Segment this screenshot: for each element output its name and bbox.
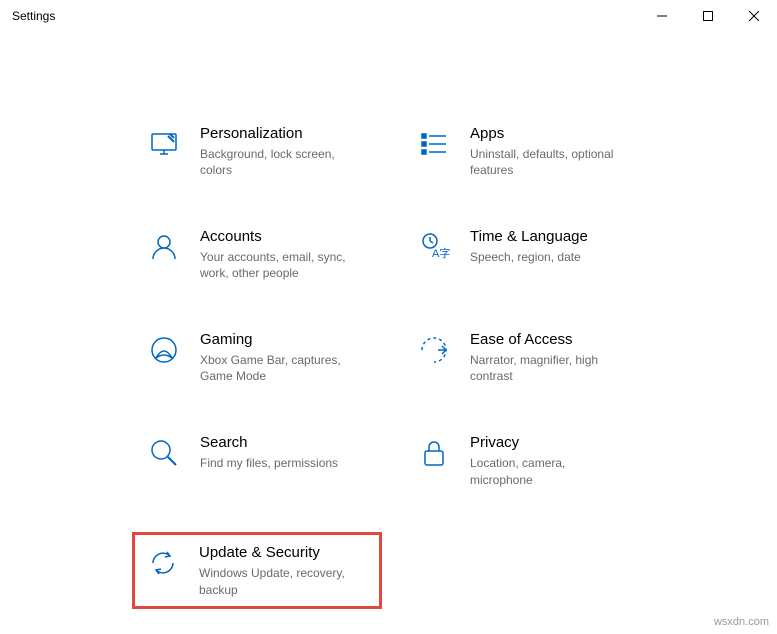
category-privacy[interactable]: Privacy Location, camera, microphone (410, 429, 680, 492)
close-button[interactable] (731, 0, 777, 32)
category-title: Ease of Access (470, 330, 630, 350)
category-desc: Uninstall, defaults, optional features (470, 146, 630, 180)
category-time-language[interactable]: A字 Time & Language Speech, region, date (410, 223, 680, 286)
category-desc: Your accounts, email, sync, work, other … (200, 249, 360, 283)
category-apps[interactable]: Apps Uninstall, defaults, optional featu… (410, 120, 680, 183)
category-accounts[interactable]: Accounts Your accounts, email, sync, wor… (140, 223, 410, 286)
accounts-icon (144, 227, 184, 267)
minimize-button[interactable] (639, 0, 685, 32)
category-desc: Find my files, permissions (200, 455, 338, 472)
category-desc: Location, camera, microphone (470, 455, 630, 489)
category-desc: Xbox Game Bar, captures, Game Mode (200, 352, 360, 386)
maximize-button[interactable] (685, 0, 731, 32)
category-title: Update & Security (199, 543, 359, 563)
privacy-icon (414, 433, 454, 473)
category-desc: Narrator, magnifier, high contrast (470, 352, 630, 386)
category-desc: Background, lock screen, colors (200, 146, 360, 180)
category-desc: Speech, region, date (470, 249, 588, 266)
update-security-icon (143, 543, 183, 583)
category-title: Search (200, 433, 338, 453)
category-title: Apps (470, 124, 630, 144)
watermark: wsxdn.com (714, 616, 769, 628)
window-title: Settings (12, 9, 55, 23)
category-title: Accounts (200, 227, 360, 247)
settings-grid: Personalization Background, lock screen,… (140, 32, 777, 609)
category-personalization[interactable]: Personalization Background, lock screen,… (140, 120, 410, 183)
category-title: Time & Language (470, 227, 588, 247)
category-gaming[interactable]: Gaming Xbox Game Bar, captures, Game Mod… (140, 326, 410, 389)
category-title: Gaming (200, 330, 360, 350)
category-desc: Windows Update, recovery, backup (199, 565, 359, 599)
apps-icon (414, 124, 454, 164)
ease-of-access-icon (414, 330, 454, 370)
personalization-icon (144, 124, 184, 164)
category-update-security[interactable]: Update & Security Windows Update, recove… (132, 532, 382, 609)
search-icon (144, 433, 184, 473)
category-title: Privacy (470, 433, 630, 453)
time-language-icon: A字 (414, 227, 454, 267)
svg-text:A字: A字 (432, 246, 450, 260)
gaming-icon (144, 330, 184, 370)
window-controls (639, 0, 777, 32)
category-search[interactable]: Search Find my files, permissions (140, 429, 410, 492)
category-ease-of-access[interactable]: Ease of Access Narrator, magnifier, high… (410, 326, 680, 389)
category-title: Personalization (200, 124, 360, 144)
